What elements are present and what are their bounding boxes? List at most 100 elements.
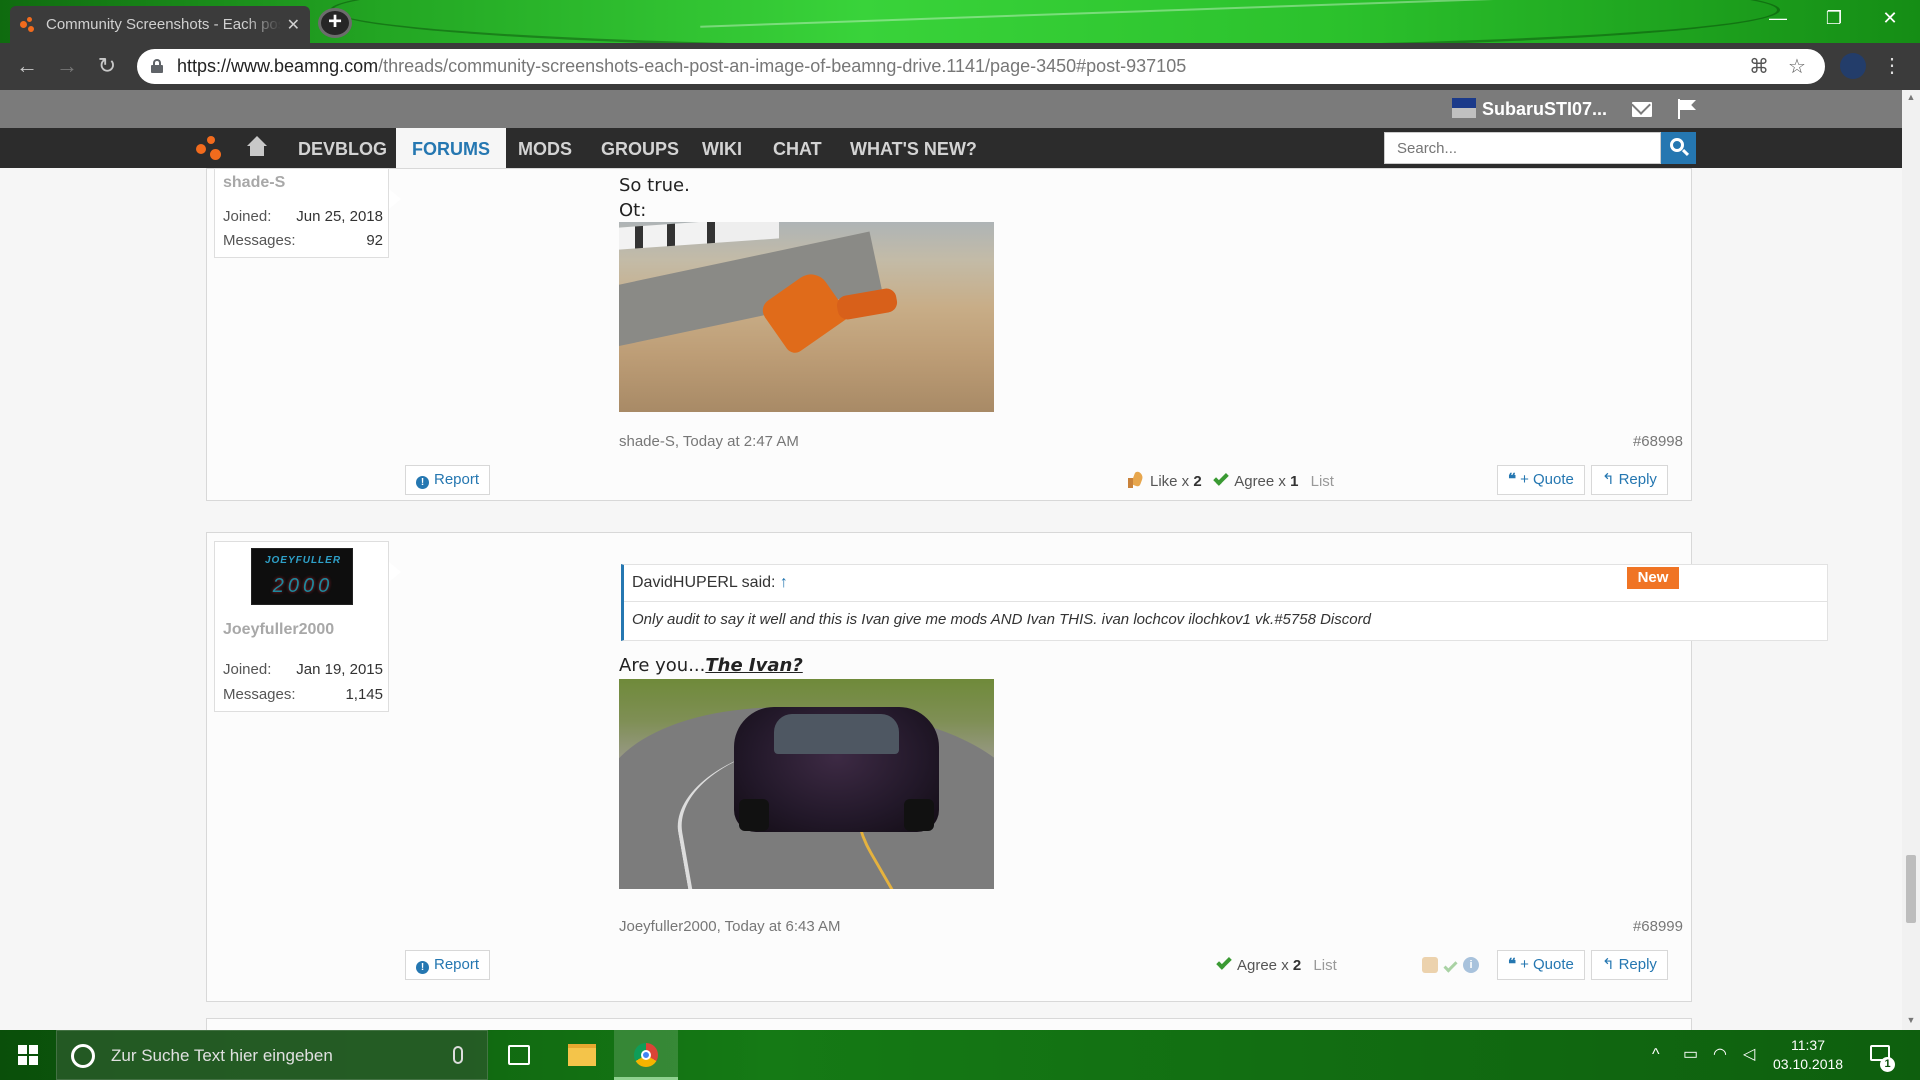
file-explorer-icon[interactable]: [568, 1044, 596, 1066]
alerts-flag-icon[interactable]: [1678, 99, 1698, 119]
beamng-logo-icon[interactable]: [196, 136, 224, 160]
agree-react-icon[interactable]: [1443, 957, 1458, 973]
window-restore-button[interactable]: ❐: [1806, 0, 1862, 38]
url-domain: https://www.beamng.com: [177, 56, 379, 76]
report-button[interactable]: ! Report: [405, 465, 491, 495]
post-text-line: So true.: [619, 175, 690, 196]
profile-avatar-icon[interactable]: [1840, 53, 1866, 79]
task-view-icon[interactable]: [508, 1045, 530, 1065]
report-info-icon: !: [416, 961, 429, 974]
browser-tab-active[interactable]: Community Screenshots - Each post an ima…: [10, 6, 310, 43]
reply-button[interactable]: ↰ Reply: [1591, 465, 1668, 495]
scroll-up-arrow-icon[interactable]: ▲: [1906, 92, 1916, 102]
nav-mods[interactable]: MODS: [518, 128, 572, 168]
post-screenshot-image[interactable]: [619, 679, 994, 889]
post-meta[interactable]: Joeyfuller2000, Today at 6:43 AM: [619, 918, 841, 935]
reactions-list-link[interactable]: List: [1311, 473, 1334, 490]
browser-menu-icon[interactable]: ⋮: [1882, 53, 1902, 79]
nav-devblog[interactable]: DEVBLOG: [298, 128, 387, 168]
post-reactions: Agree x 2 List: [1216, 954, 1337, 974]
report-button[interactable]: ! Report: [405, 950, 491, 980]
post-permalink-number[interactable]: #68999: [1633, 918, 1683, 935]
nav-forums[interactable]: FORUMS: [396, 128, 506, 168]
post-author-name[interactable]: shade-S: [223, 174, 285, 192]
tab-close-icon[interactable]: ✕: [287, 15, 300, 35]
home-icon[interactable]: [246, 136, 268, 158]
url-path: /threads/community-screenshots-each-post…: [378, 56, 1187, 76]
site-search-input[interactable]: [1384, 132, 1661, 164]
microphone-icon[interactable]: [453, 1046, 463, 1064]
nav-chat[interactable]: CHAT: [773, 128, 822, 168]
reply-arrow-icon: ↰: [1602, 956, 1615, 973]
post-author-name[interactable]: Joeyfuller2000: [223, 621, 334, 639]
report-label: Report: [434, 471, 480, 488]
back-arrow-icon[interactable]: ←: [12, 51, 42, 81]
reaction-agree-count: 2: [1292, 957, 1302, 974]
lock-icon: [151, 59, 163, 73]
post-reactions: Like x 2 Agree x 1 List: [1128, 470, 1334, 490]
user-messages-stat: Messages: 1,145: [223, 686, 383, 703]
quote-button[interactable]: ❝ + Quote: [1497, 950, 1585, 980]
reactions-list-link[interactable]: List: [1313, 957, 1336, 974]
url-text[interactable]: https://www.beamng.com/threads/community…: [177, 49, 1186, 84]
messages-label: Messages:: [223, 686, 296, 703]
user-joined-stat: Joined: Jun 25, 2018: [223, 208, 383, 225]
clock-date: 03.10.2018: [1773, 1056, 1844, 1072]
like-react-icon[interactable]: [1422, 957, 1438, 973]
post-user-card: JOEYFULLER 2000 Joeyfuller2000 Joined: J…: [214, 541, 401, 712]
chrome-taskbar-button[interactable]: [614, 1030, 678, 1080]
post-screenshot-image[interactable]: [619, 222, 994, 412]
go-to-quote-arrow-icon[interactable]: ↑: [780, 574, 788, 591]
cortana-circle-icon[interactable]: [71, 1044, 95, 1068]
tab-title: Community Screenshots - Each post an ima…: [46, 16, 281, 33]
webpage: SubaruSTI07... DEVBLOG FORUMS MODS GROUP…: [0, 90, 1902, 1030]
forum-post-next: [206, 1018, 1692, 1030]
user-avatar-icon[interactable]: [1452, 98, 1476, 118]
volume-icon[interactable]: ◁: [1743, 1030, 1755, 1080]
nav-whats-new[interactable]: WHAT'S NEW?: [850, 128, 977, 168]
window-close-button[interactable]: ✕: [1862, 0, 1918, 38]
inbox-envelope-icon[interactable]: [1632, 102, 1652, 117]
battery-icon[interactable]: ▭: [1683, 1030, 1698, 1080]
user-account-name[interactable]: SubaruSTI07...: [1482, 90, 1607, 128]
informative-react-icon[interactable]: i: [1463, 957, 1479, 973]
quote-author[interactable]: DavidHUPERL said:: [632, 574, 775, 591]
address-bar[interactable]: https://www.beamng.com/threads/community…: [137, 49, 1825, 84]
tray-overflow-chevron-icon[interactable]: ^: [1652, 1030, 1660, 1080]
react-options: i: [1422, 957, 1479, 973]
messages-label: Messages:: [223, 232, 296, 249]
nav-groups[interactable]: GROUPS: [601, 128, 679, 168]
scroll-down-arrow-icon[interactable]: ▼: [1906, 1015, 1916, 1025]
scrollbar-thumb[interactable]: [1906, 855, 1916, 923]
user-messages-stat: Messages: 92: [223, 232, 383, 249]
browser-toolbar: ← → ↻ https://www.beamng.com/threads/com…: [0, 43, 1920, 90]
agree-check-icon: [1213, 470, 1229, 486]
quote-icon: ❝: [1508, 471, 1517, 488]
wallpaper-decoration: [330, 0, 1780, 43]
user-avatar-image[interactable]: JOEYFULLER 2000: [251, 548, 353, 605]
post-permalink-number[interactable]: #68998: [1633, 433, 1683, 450]
nav-wiki[interactable]: WIKI: [702, 128, 742, 168]
page-scrollbar[interactable]: ▲ ▼: [1902, 90, 1920, 1030]
quote-text: Only audit to say it well and this is Iv…: [632, 611, 1371, 628]
wifi-icon[interactable]: ◠: [1713, 1030, 1727, 1080]
taskbar-search-box[interactable]: Zur Suche Text hier eingeben: [56, 1030, 488, 1080]
messages-value: 92: [366, 232, 383, 249]
bookmark-star-icon[interactable]: ☆: [1785, 55, 1809, 79]
post-text-emphasis: The Ivan?: [705, 655, 803, 676]
windows-start-icon[interactable]: [18, 1045, 38, 1065]
new-tab-button[interactable]: +: [318, 8, 352, 38]
post-text-line: Are you...The Ivan?: [619, 655, 803, 676]
joined-value: Jan 19, 2015: [296, 661, 383, 678]
post-meta[interactable]: shade-S, Today at 2:47 AM: [619, 433, 799, 450]
reply-button[interactable]: ↰ Reply: [1591, 950, 1668, 980]
translate-icon[interactable]: ⌘: [1747, 55, 1771, 79]
quote-button[interactable]: ❝ + Quote: [1497, 465, 1585, 495]
screen: Community Screenshots - Each post an ima…: [0, 0, 1920, 1080]
taskbar-clock[interactable]: 11:37 03.10.2018: [1773, 1036, 1843, 1074]
window-minimize-button[interactable]: —: [1750, 0, 1806, 38]
browser-titlebar: Community Screenshots - Each post an ima…: [0, 0, 1920, 43]
forward-arrow-icon[interactable]: →: [52, 51, 82, 81]
search-button[interactable]: [1661, 132, 1696, 164]
reload-icon[interactable]: ↻: [92, 51, 122, 81]
